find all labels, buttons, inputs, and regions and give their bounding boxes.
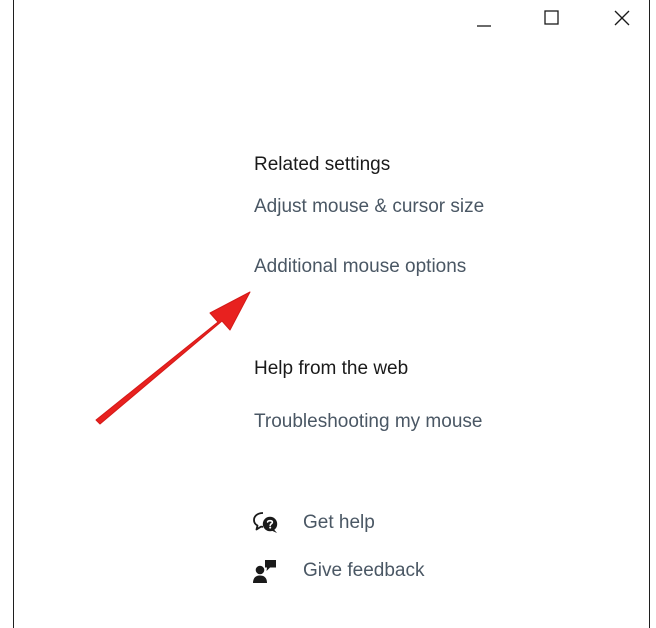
adjust-mouse-cursor-size-link[interactable]: Adjust mouse & cursor size — [254, 196, 484, 218]
settings-window: Related settings Adjust mouse & cursor s… — [13, 0, 650, 628]
close-icon — [614, 10, 630, 26]
related-settings-heading: Related settings — [254, 154, 391, 175]
maximize-button[interactable] — [529, 0, 575, 36]
additional-mouse-options-link[interactable]: Additional mouse options — [254, 256, 466, 278]
troubleshooting-mouse-link[interactable]: Troubleshooting my mouse — [254, 411, 482, 433]
minimize-button[interactable] — [461, 0, 507, 36]
maximize-icon — [544, 10, 559, 25]
help-from-web-heading: Help from the web — [254, 358, 409, 379]
get-help-icon — [252, 510, 282, 536]
close-button[interactable] — [599, 0, 645, 36]
get-help-label: Get help — [303, 512, 375, 533]
minimize-icon — [477, 25, 491, 27]
get-help-button[interactable]: Get help — [252, 510, 375, 536]
give-feedback-button[interactable]: Give feedback — [252, 558, 424, 584]
feedback-icon — [252, 558, 282, 584]
give-feedback-label: Give feedback — [303, 560, 425, 581]
